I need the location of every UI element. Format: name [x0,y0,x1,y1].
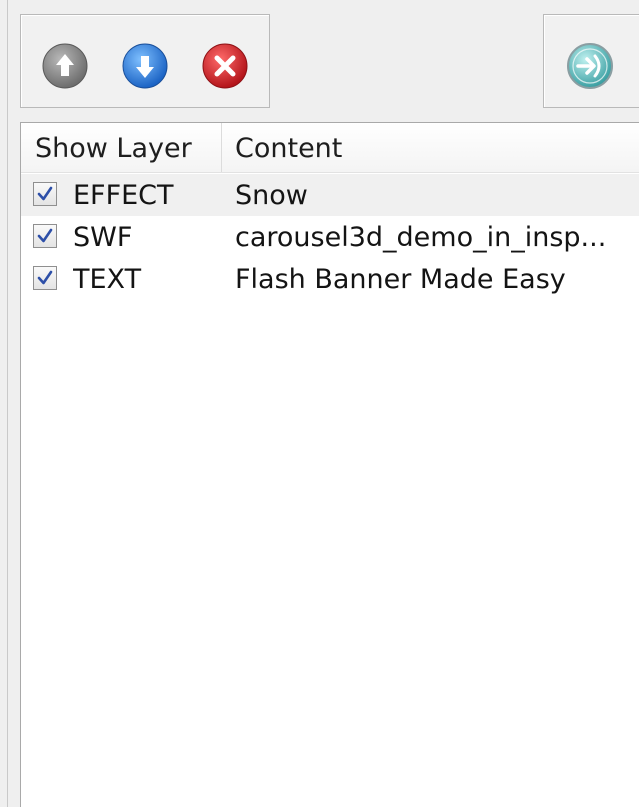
apply-button[interactable] [566,42,614,90]
arrow-up-icon [42,43,88,89]
column-divider[interactable] [221,123,222,172]
table-row[interactable]: TEXT Flash Banner Made Easy [21,258,639,300]
checkmark-icon [37,228,53,243]
table-row[interactable]: EFFECT Snow [21,174,639,216]
checkmark-icon [37,270,53,285]
layers-table: Show Layer Content EFFECT Snow SWF carou… [20,122,639,807]
show-layer-checkbox[interactable] [33,182,57,206]
layer-toolbar [20,14,270,108]
delete-layer-button[interactable] [201,42,249,90]
table-row[interactable]: SWF carousel3d_demo_in_insp... [21,216,639,258]
layer-type: EFFECT [73,180,174,211]
layer-content: carousel3d_demo_in_insp... [235,222,607,253]
checkmark-icon [37,186,53,201]
arrow-down-icon [122,43,168,89]
move-layer-up-button[interactable] [41,42,89,90]
column-header-content[interactable]: Content [235,123,342,172]
show-layer-checkbox[interactable] [33,224,57,248]
layer-content: Snow [235,180,308,211]
layer-type: TEXT [73,264,142,295]
apply-arrow-icon [567,43,613,89]
show-layer-checkbox[interactable] [33,266,57,290]
delete-icon [202,43,248,89]
layer-manager-window: Show Layer Content EFFECT Snow SWF carou… [0,0,639,807]
layer-content: Flash Banner Made Easy [235,264,566,295]
window-left-border [7,0,8,807]
column-header-show-layer[interactable]: Show Layer [35,123,192,172]
table-header: Show Layer Content [21,123,639,173]
apply-toolbar [543,14,639,108]
move-layer-down-button[interactable] [121,42,169,90]
layer-type: SWF [73,222,133,253]
